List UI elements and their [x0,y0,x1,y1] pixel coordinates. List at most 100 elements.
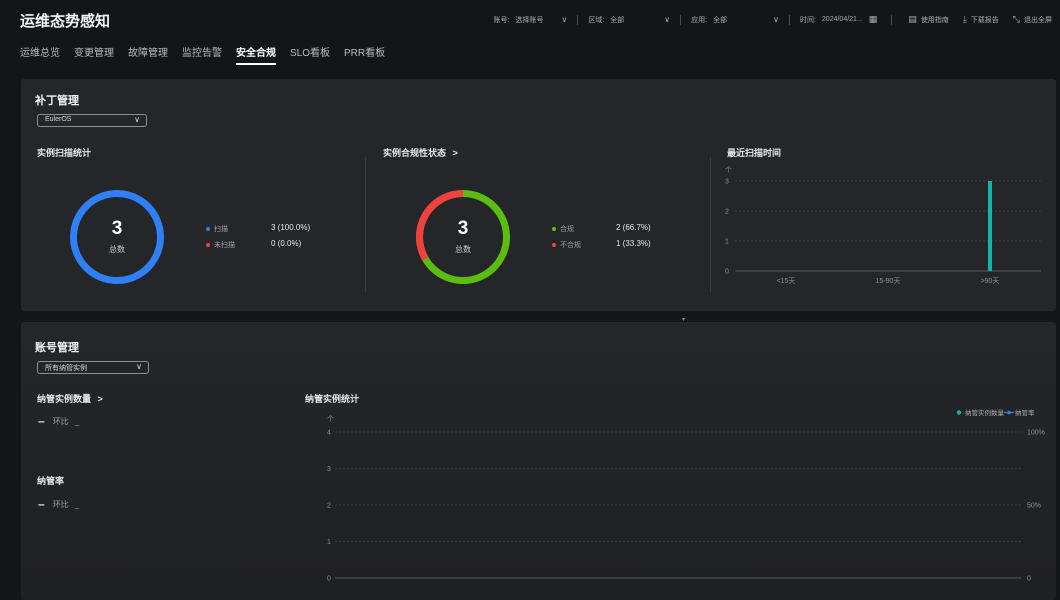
y-tick-label: 0 [725,269,729,276]
legend-scanned-value: 3 (100.0%) [271,223,311,232]
header: 运维态势感知 账号: 选择账号 ∨ 区域: 全部 ∨ 应用: 全部 ∨ 时间: … [0,0,1060,68]
divider [788,14,790,25]
y-tick-label: 2 [327,503,331,510]
y-tick-label: 3 [725,179,729,186]
legend-unscanned-value: 0 (0.0%) [271,239,302,248]
account-management-title: 账号管理 [35,342,79,354]
y2-tick-label: 50% [1027,503,1041,510]
download-icon: ⤓ [962,14,967,24]
legend-compliant: 合规 [552,224,574,234]
download-report-button[interactable]: 下载报告 [971,15,999,25]
legend-compliant-value: 2 (66.7%) [616,223,651,232]
x-tick-label: 15-90天 [876,277,901,285]
tab-bar: 运维总览 变更管理 故障管理 监控告警 安全合规 SLO看板 PRR看板 [20,44,399,65]
chevron-down-icon: ∨ [136,362,142,371]
patch-management-title: 补丁管理 [35,95,79,107]
app-title: 运维态势感知 [20,13,111,30]
managed-count-mom-label: 环比 [52,416,69,426]
legend-marker [956,410,962,415]
scan-total: 3 [111,218,123,239]
divider [577,14,579,25]
time-filter[interactable]: 时间: 2024/04/21... ▦ [800,14,881,25]
legend-compliant-label: 合规 [560,226,574,233]
y-axis-unit: 个 [327,415,334,423]
compliance-donut: 3 总数 [414,188,512,286]
tab-ops-overview[interactable]: 运维总览 [20,44,60,65]
legend-noncompliant-value: 1 (33.3%) [616,239,651,248]
legend-dot [552,243,556,247]
managed-count-mom-value: _ [74,416,80,426]
tab-prr-board[interactable]: PRR看板 [344,44,385,65]
region-filter-value: 全部 [610,16,625,24]
managed-rate-value: – [38,497,45,511]
managed-count-kpi: – 环比 _ [38,414,79,428]
chevron-down-icon: ∨ [773,15,779,24]
tab-monitoring-alerts[interactable]: 监控告警 [182,44,222,65]
time-filter-label: 时间: [799,16,816,24]
compliance-title[interactable]: 实例合规性状态 > [383,146,458,159]
y-tick-label: 0 [327,576,331,583]
legend-noncompliant: 不合规 [552,240,581,250]
y2-tick-label: 100% [1027,430,1045,437]
guide-link[interactable]: 使用指南 [921,15,949,25]
compliance-total-label: 总数 [455,245,471,254]
y-tick-label: 2 [725,209,729,216]
recent-scan-chart: 个 0 1 2 3 <15天 15-90天 >90天 [725,166,1041,285]
legend-marker [1007,410,1011,415]
x-tick-label: >90天 [981,277,1000,285]
legend-unscanned: 未扫描 [206,240,235,250]
chevron-down-icon: ∨ [134,115,140,124]
account-management-card: 账号管理 所有纳管实例 ∨ 纳管实例数量 > – 环比 _ 纳管率 – 环比 _… [21,322,1056,600]
exit-fullscreen-button[interactable]: 退出全屏 [1024,15,1052,25]
y2-tick-label: 0 [1027,576,1031,583]
chevron-down-icon: ∨ [561,15,568,24]
managed-rate-mom-label: 环比 [52,499,69,509]
managed-count-value: – [38,414,45,428]
app-filter-value: 全部 [713,16,728,24]
patch-management-card: 补丁管理 EulerOS ∨ 实例扫描统计 3 总数 扫描 3 (100.0%)… [21,79,1056,311]
account-filter-value: 选择账号 [515,16,544,24]
exit-fullscreen-icon: ⤡ [1012,14,1020,24]
managed-stats-title: 纳管实例统计 [305,394,360,404]
managed-rate-kpi: – 环比 _ [38,497,79,511]
tab-fault-mgmt[interactable]: 故障管理 [128,44,168,65]
chevron-down-icon: ∨ [664,15,671,24]
os-select-value: EulerOS [45,116,72,123]
scan-donut: 3 总数 [68,188,166,286]
tab-security-compliance[interactable]: 安全合规 [236,44,276,65]
legend-noncompliant-label: 不合规 [560,242,581,249]
y-tick-label: 1 [327,539,331,546]
legend-label: 纳管实例数量 [965,408,1005,417]
legend-dot [206,227,210,231]
bar [988,181,992,271]
managed-rate-title: 纳管率 [37,476,65,486]
app-filter[interactable]: 应用: 全部 ∨ [691,15,779,25]
chevron-right-icon: > [97,394,103,404]
managed-rate-mom-value: _ [74,499,80,509]
account-filter-label: 账号: [493,16,510,24]
account-filter[interactable]: 账号: 选择账号 ∨ [494,15,568,25]
tab-slo-board[interactable]: SLO看板 [290,44,330,65]
managed-count-title[interactable]: 纳管实例数量 > [37,392,103,405]
legend-unscanned-label: 未扫描 [214,242,235,249]
os-select[interactable]: EulerOS ∨ [37,114,147,127]
instance-select[interactable]: 所有纳管实例 ∨ [37,361,149,374]
filter-bar: 账号: 选择账号 ∨ 区域: 全部 ∨ 应用: 全部 ∨ 时间: 2024/04… [494,14,1052,25]
scan-stats-title: 实例扫描统计 [37,148,92,158]
legend-scanned-label: 扫描 [214,226,228,233]
managed-stats-chart: 个 0 1 2 3 4 0 50% 100% 纳管实例数量 纳管率 [327,408,1045,583]
y-tick-label: 4 [327,430,331,437]
divider [680,14,682,25]
region-filter[interactable]: 区域: 全部 ∨ [588,15,670,25]
tab-change-mgmt[interactable]: 变更管理 [74,44,114,65]
legend-dot [206,243,210,247]
compliance-title-text: 实例合规性状态 [383,148,447,158]
instance-select-value: 所有纳管实例 [45,365,87,372]
chevron-right-icon: > [452,148,458,158]
region-filter-label: 区域: [588,16,605,24]
y-tick-label: 1 [725,239,729,246]
x-tick-label: <15天 [777,277,796,285]
document-icon: ▤ [908,14,917,24]
time-filter-value: 2024/04/21... [821,16,863,23]
calendar-icon: ▦ [868,14,878,24]
